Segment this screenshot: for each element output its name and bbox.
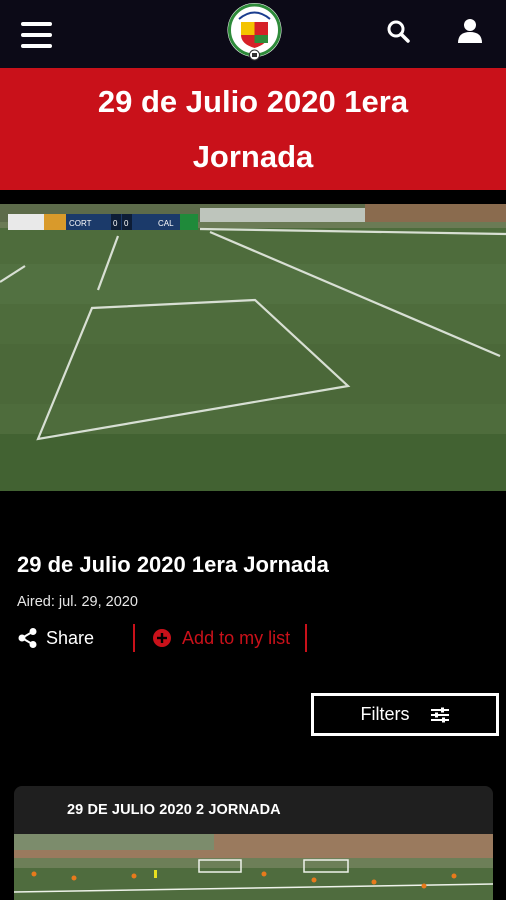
add-to-list-label: Add to my list <box>182 627 291 648</box>
cortuvida-logo[interactable] <box>226 2 283 62</box>
filters-label: Filters <box>360 704 410 724</box>
page-title: 29 de Julio 2020 1era Jornada <box>97 84 409 174</box>
episode-card[interactable]: 29 DE JULIO 2020 2 JORNADA <box>14 786 493 900</box>
away-score: 0 <box>124 219 129 228</box>
user-account-icon[interactable] <box>457 18 483 44</box>
episode-title: 29 de Julio 2020 1era Jornada <box>17 552 329 577</box>
share-label: Share <box>46 627 95 648</box>
card-title: 29 DE JULIO 2020 2 JORNADA <box>67 802 281 818</box>
away-team-code: CAL <box>158 219 174 228</box>
episode-actions: Share Add to my list <box>17 622 308 654</box>
aired-date: Aired: jul. 29, 2020 <box>17 594 138 610</box>
search-icon[interactable] <box>386 19 410 43</box>
card-thumbnail <box>14 834 493 900</box>
banner-gap <box>0 190 506 204</box>
filters-button[interactable]: Filters <box>311 693 499 736</box>
share-icon <box>18 628 37 648</box>
add-to-list-button[interactable]: Add to my list <box>152 628 290 649</box>
scoreboard-overlay: CORT 0 0 CAL <box>8 214 198 230</box>
video-player-thumbnail[interactable]: CORT 0 0 CAL <box>0 204 506 491</box>
action-divider <box>133 624 136 652</box>
home-team-code: CORT <box>69 219 92 228</box>
sliders-icon <box>430 707 449 722</box>
top-navigation-bar <box>0 0 506 68</box>
action-divider <box>305 624 308 652</box>
share-button[interactable]: Share <box>17 627 94 649</box>
hamburger-menu-icon[interactable] <box>21 22 52 48</box>
title-banner: 29 de Julio 2020 1era Jornada <box>0 68 506 190</box>
add-circle-icon <box>153 629 172 647</box>
football-pitch-image: CORT 0 0 CAL <box>0 204 506 491</box>
home-score: 0 <box>113 219 118 228</box>
